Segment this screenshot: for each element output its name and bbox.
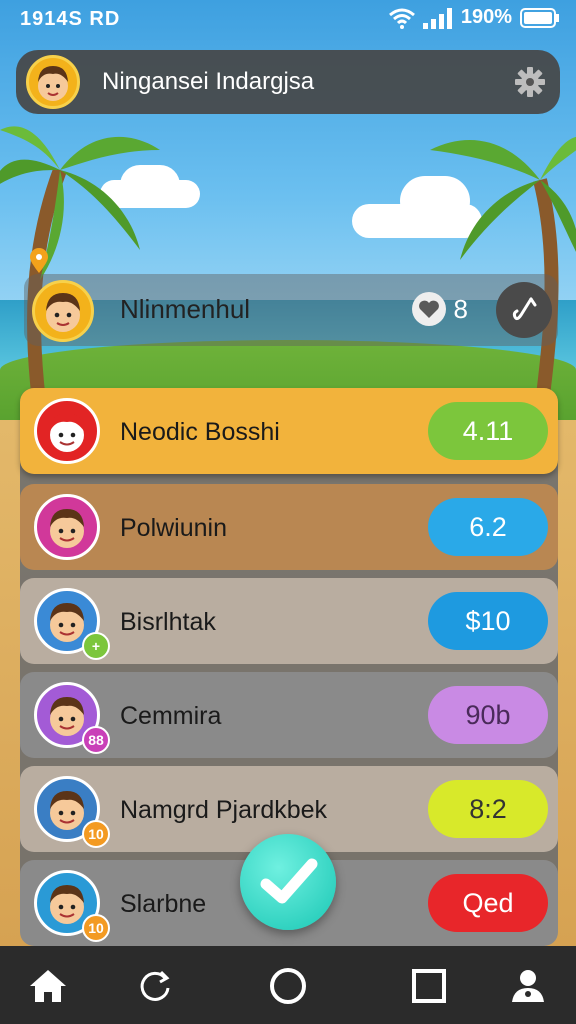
- featured-avatar: [32, 280, 94, 342]
- page-title: Ningansei Indargjsa: [102, 68, 315, 95]
- likes-count: 8: [453, 293, 468, 324]
- player-avatar: [34, 494, 100, 560]
- face-icon: [46, 293, 80, 332]
- user-icon[interactable]: [506, 964, 550, 1008]
- bottom-navigation: [0, 946, 576, 1024]
- player-row[interactable]: 88 Cemmira 90b: [20, 672, 558, 758]
- player-score-pill[interactable]: 6.2: [428, 498, 548, 556]
- player-score-pill[interactable]: 90b: [428, 686, 548, 744]
- player-row[interactable]: Neodic Bosshi 4.11: [20, 388, 558, 474]
- player-row[interactable]: Polwiunin 6.2: [20, 484, 558, 570]
- profile-avatar[interactable]: [26, 55, 80, 109]
- player-avatar: [34, 398, 100, 464]
- player-score-pill[interactable]: 4.11: [428, 402, 548, 460]
- confirm-button[interactable]: [240, 834, 336, 930]
- status-right: 190%: [388, 6, 560, 29]
- face-icon: [38, 66, 68, 101]
- battery-percent: 190%: [460, 6, 512, 28]
- player-name: Polwiunin: [120, 514, 228, 542]
- checkmark-icon: [260, 858, 318, 904]
- square-icon[interactable]: [407, 964, 451, 1008]
- pin-icon: [30, 248, 48, 273]
- featured-action-button[interactable]: [496, 282, 552, 338]
- player-badge-icon: +: [82, 632, 110, 660]
- face-icon: [50, 509, 84, 548]
- player-name: Neodic Bosshi: [120, 418, 280, 446]
- app-header: Ningansei Indargjsa: [16, 50, 560, 114]
- player-score-pill[interactable]: 8:2: [428, 780, 548, 838]
- status-time: 1914S RD: [20, 8, 121, 30]
- featured-player-name: Nlinmenhul: [120, 294, 251, 324]
- hook-icon: [512, 297, 537, 321]
- player-name: Bisrlhtak: [120, 608, 216, 636]
- player-name: Slarbne: [120, 890, 207, 918]
- face-icon: [50, 413, 84, 452]
- player-score-pill[interactable]: $10: [428, 592, 548, 650]
- status-bar: 1914S RD 190%: [0, 0, 576, 40]
- wifi-icon: [388, 8, 415, 29]
- player-badge-icon: 88: [82, 726, 110, 754]
- player-score-pill[interactable]: Qed: [428, 874, 548, 932]
- refresh-icon[interactable]: [133, 964, 177, 1008]
- player-name: Cemmira: [120, 702, 222, 730]
- player-row[interactable]: + Bisrlhtak $10: [20, 578, 558, 664]
- player-badge-icon: 10: [82, 914, 110, 942]
- palm-tree-right: [430, 136, 576, 420]
- signal-icon: [422, 7, 452, 29]
- settings-gear-icon[interactable]: [514, 66, 546, 98]
- featured-likes: 8: [411, 292, 468, 326]
- player-badge-icon: 10: [82, 820, 110, 848]
- heart-icon[interactable]: [411, 292, 446, 326]
- featured-player-row[interactable]: Nlinmenhul 8: [24, 274, 558, 346]
- home-icon[interactable]: [26, 964, 70, 1008]
- palm-tree-left: [0, 126, 160, 410]
- player-name: Namgrd Pjardkbek: [120, 796, 328, 824]
- circle-icon[interactable]: [266, 964, 310, 1008]
- battery-icon: [520, 7, 559, 28]
